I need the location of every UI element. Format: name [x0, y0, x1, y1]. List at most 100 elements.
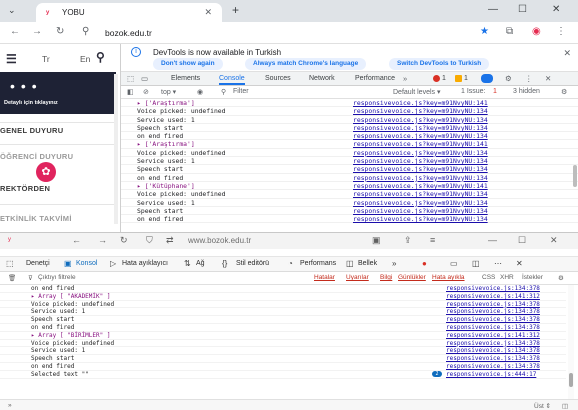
menu-icon[interactable]: ≡	[430, 235, 435, 245]
console-scrollbar[interactable]	[573, 165, 577, 187]
issues-badge-icon[interactable]	[481, 74, 493, 83]
source-link[interactable]: responsivevoice.js:141:312	[446, 332, 540, 339]
reader-view-icon[interactable]: ▣	[372, 235, 381, 246]
warning-count-icon[interactable]	[455, 75, 462, 82]
source-link[interactable]: responsivevoice.js?key=m91NvyNU:134	[353, 132, 488, 140]
source-link[interactable]: responsivevoice.js:134:378	[446, 285, 540, 292]
source-link[interactable]: responsivevoice.js?key=m91NvyNU:134	[353, 207, 488, 215]
source-link[interactable]: responsivevoice.js:134:378	[446, 308, 540, 315]
tab-network[interactable]: Network	[309, 75, 335, 82]
forward-icon[interactable]: →	[98, 235, 107, 245]
level-bilgi[interactable]: Bilgi	[380, 274, 392, 281]
section-ogrenci-duyuru[interactable]: ÖĞRENCİ DUYURU	[0, 152, 73, 161]
filter-xhr[interactable]: XHR	[500, 274, 514, 281]
source-link[interactable]: responsivevoice.js:134:378	[446, 301, 540, 308]
console-array-message[interactable]: ▸ ['Kütüphane']	[137, 182, 195, 190]
devtools-close-icon[interactable]: ✕	[516, 259, 523, 268]
devtools-settings-icon[interactable]: ⚙	[505, 74, 512, 83]
devtools-menu-icon[interactable]: ⋮	[525, 74, 533, 83]
context-select[interactable]: top ▾	[161, 88, 176, 96]
source-link[interactable]: responsivevoice.js:134:378	[446, 340, 540, 347]
sidebar-toggle-icon[interactable]: ◧	[127, 88, 134, 96]
source-link[interactable]: responsivevoice.js:134:378	[446, 316, 540, 323]
tab-favicon-icon[interactable]: ʸ	[8, 235, 11, 245]
accessibility-icon[interactable]: ✿	[36, 162, 56, 182]
section-rektorden[interactable]: REKTÖRDEN	[0, 184, 50, 193]
console-array-message[interactable]: ▸ Array [ "BİRİMLER" ]	[31, 332, 110, 339]
filter-input[interactable]: Çıktıyı filtrele	[38, 274, 76, 281]
window-close-icon[interactable]: ✕	[550, 235, 558, 246]
site-info-icon[interactable]: ⚲	[82, 26, 89, 37]
scroll-thumb[interactable]	[569, 373, 573, 387]
chrome-menu-icon[interactable]: ⋮	[556, 26, 566, 37]
section-genel-duyuru[interactable]: GENEL DUYURU	[0, 126, 63, 135]
source-link[interactable]: responsivevoice.js:134:378	[446, 355, 540, 362]
forward-icon[interactable]: →	[32, 26, 42, 37]
source-link[interactable]: responsivevoice.js?key=m91NvyNU:134	[353, 199, 488, 207]
filter-input[interactable]: Filter	[233, 88, 249, 95]
console-array-message[interactable]: ▸ ['Araştırma']	[137, 140, 195, 148]
level-hata-ayikla[interactable]: Hata ayıkla	[432, 274, 465, 281]
bookmark-star-icon[interactable]: ★	[480, 26, 489, 37]
source-link[interactable]: responsivevoice.js?key=m91NvyNU:134	[353, 157, 488, 165]
always-match-language-button[interactable]: Always match Chrome's language	[245, 58, 367, 70]
tab-console[interactable]: Console	[219, 75, 245, 85]
filter-css[interactable]: CSS	[482, 274, 495, 281]
tab-search-icon[interactable]: ⌄	[8, 5, 16, 16]
more-tabs-icon[interactable]: »	[403, 74, 407, 83]
hamburger-menu-icon[interactable]: ☰	[6, 52, 17, 66]
section-etkinlik-takvimi[interactable]: ETKİNLİK TAKVİMİ	[0, 214, 72, 223]
tracking-icon[interactable]: ⇄	[166, 235, 174, 246]
reload-icon[interactable]: ↻	[120, 235, 128, 246]
tab-bellek[interactable]: Bellek	[358, 260, 377, 267]
lang-en-link[interactable]: En	[80, 54, 90, 64]
source-link[interactable]: responsivevoice.js?key=m91NvyNU:134	[353, 124, 488, 132]
tab-hata-ayiklayici[interactable]: Hata ayıklayıcı	[122, 260, 168, 267]
live-expression-icon[interactable]: ◉	[197, 88, 203, 96]
error-indicator-icon[interactable]: ●	[422, 259, 427, 268]
new-tab-icon[interactable]: +	[232, 3, 239, 17]
source-link[interactable]: responsivevoice.js?key=m91NvyNU:141	[353, 182, 488, 190]
lang-tr-link[interactable]: Tr	[42, 54, 50, 64]
address-bar[interactable]: bozok.edu.tr	[105, 28, 152, 38]
source-link[interactable]: responsivevoice.js:134:378	[446, 324, 540, 331]
trash-icon[interactable]: 🗑	[8, 274, 16, 282]
more-tabs-icon[interactable]: »	[392, 259, 396, 268]
editor-mode-toggle[interactable]: Üst ⇕	[534, 402, 551, 410]
source-link[interactable]: responsivevoice.js?key=m91NvyNU:134	[353, 149, 488, 157]
extensions-icon[interactable]: ⧉	[506, 26, 513, 37]
console-scrollbar[interactable]	[568, 285, 574, 399]
tab-close-icon[interactable]: ✕	[204, 7, 212, 18]
source-link[interactable]: responsivevoice.js:134:378	[446, 363, 540, 370]
notice-close-icon[interactable]: ✕	[563, 48, 571, 59]
tab-stil-editoru[interactable]: Stil editörü	[236, 260, 269, 267]
level-gunlukler[interactable]: Günlükler	[398, 274, 426, 281]
tab-performance[interactable]: Performance	[355, 75, 395, 82]
picker-icon[interactable]: ⬚	[6, 259, 14, 268]
shield-icon[interactable]: ⛉	[146, 235, 153, 246]
level-uyarilar[interactable]: Uyarılar	[346, 274, 369, 281]
source-link[interactable]: responsivevoice.js?key=m91NvyNU:134	[353, 190, 488, 198]
source-link[interactable]: responsivevoice.js:141:312	[446, 293, 540, 300]
source-link[interactable]: responsivevoice.js?key=m91NvyNU:134	[353, 165, 488, 173]
tab-konsol[interactable]: Konsol	[76, 260, 97, 267]
page-scrollbar[interactable]	[114, 74, 118, 224]
source-link[interactable]: responsivevoice.js?key=m91NvyNU:141	[353, 99, 488, 107]
minimize-icon[interactable]: —	[488, 235, 497, 245]
level-hatalar[interactable]: Hatalar	[314, 274, 335, 281]
reload-icon[interactable]: ↻	[56, 26, 64, 37]
maximize-icon[interactable]: ☐	[518, 235, 526, 246]
tab-denetci[interactable]: Denetçi	[26, 260, 50, 267]
source-link[interactable]: responsivevoice.js?key=m91NvyNU:141	[353, 140, 488, 148]
source-link[interactable]: responsivevoice.js?key=m91NvyNU:134	[353, 116, 488, 124]
tab-sources[interactable]: Sources	[265, 75, 291, 82]
slider-banner[interactable]: ••• Detaylı için tıklayınız	[0, 72, 116, 114]
dont-show-again-button[interactable]: Don't show again	[153, 58, 223, 70]
console-array-message[interactable]: ▸ ['Araştırma']	[137, 99, 195, 107]
device-toolbar-icon[interactable]: ▭	[141, 74, 148, 83]
console-settings-icon[interactable]: ⚙	[558, 274, 564, 282]
minimize-icon[interactable]: —	[488, 4, 498, 15]
search-icon[interactable]: ⚲	[96, 50, 105, 64]
source-link[interactable]: responsivevoice.js:134:378	[446, 347, 540, 354]
dock-icon[interactable]: ◫	[472, 259, 480, 268]
